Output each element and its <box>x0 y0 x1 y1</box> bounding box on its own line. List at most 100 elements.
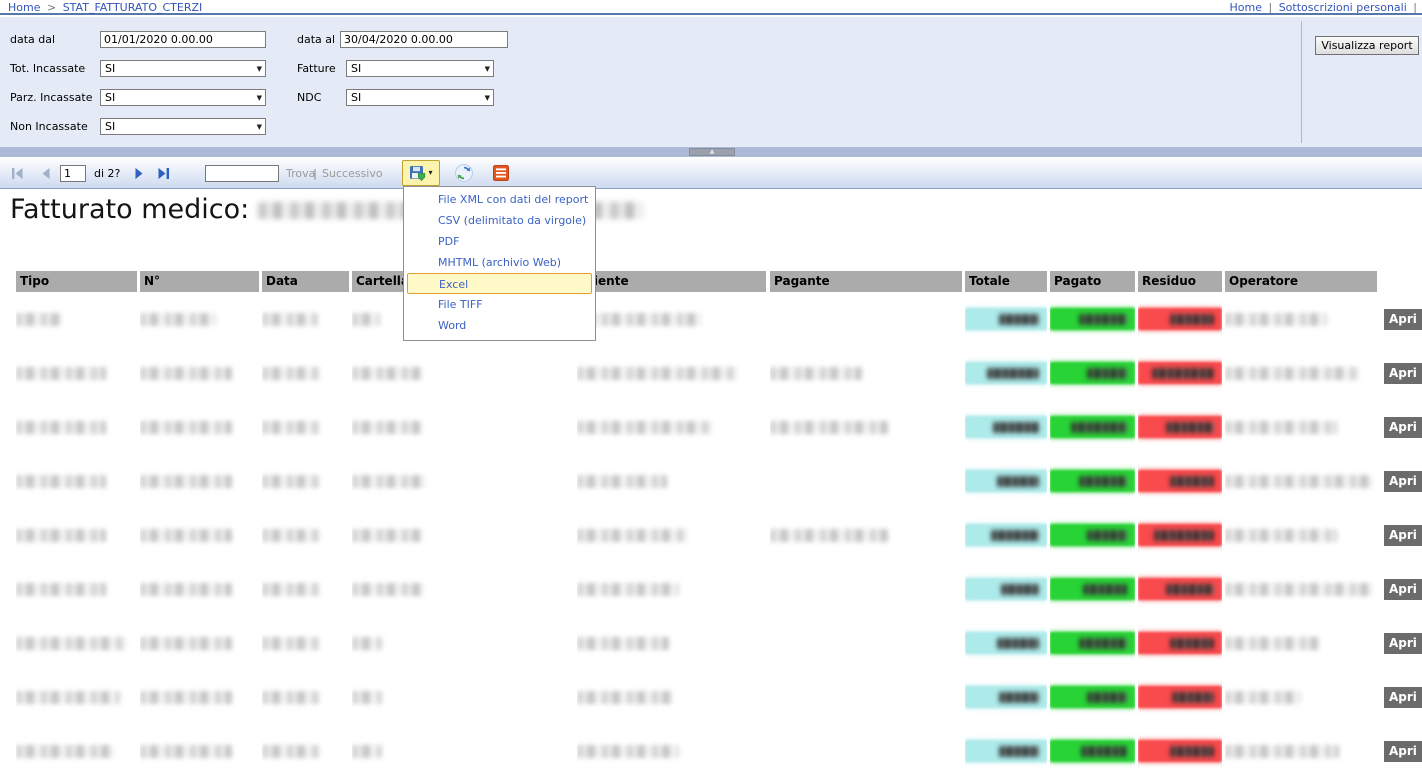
cell-residuo <box>1138 292 1222 346</box>
redacted-number <box>1087 368 1127 379</box>
first-page-icon[interactable] <box>10 166 25 181</box>
totale-value-box <box>965 362 1047 384</box>
redacted-text <box>1225 583 1373 596</box>
parameters-panel: data dal data al Tot. Incassate SI ▼ Fat… <box>0 17 1422 147</box>
splitter-handle[interactable]: ▲ <box>689 148 735 156</box>
cell-pagato <box>1050 616 1135 670</box>
redacted-number <box>993 422 1039 433</box>
tot-incassate-select[interactable]: SI ▼ <box>100 60 266 77</box>
apri-button[interactable]: Apri F <box>1384 309 1422 330</box>
redacted-text <box>140 421 232 434</box>
page-number-input[interactable] <box>60 165 86 182</box>
redacted-number <box>1170 638 1214 649</box>
cell-pagante <box>770 616 962 670</box>
table-row: Apri F <box>16 562 1422 616</box>
top-links-trailing-separator: | <box>1410 1 1420 14</box>
redacted-text <box>577 637 669 650</box>
redacted-text <box>262 313 318 326</box>
subscriptions-link[interactable]: Sottoscrizioni personali <box>1279 1 1407 14</box>
redacted-number <box>1172 692 1214 703</box>
data-al-input[interactable] <box>340 31 508 48</box>
export-menu-item-mhtml-archivio-web-[interactable]: MHTML (archivio Web) <box>404 252 595 273</box>
cell-pagante <box>770 400 962 454</box>
export-save-button[interactable]: ▾ <box>402 160 440 186</box>
residuo-value-box <box>1138 578 1222 600</box>
cell-cliente <box>577 346 766 400</box>
redacted-number <box>1079 638 1127 649</box>
apri-button[interactable]: Apri F <box>1384 525 1422 546</box>
redacted-text <box>352 745 382 758</box>
column-header-cliente: Cliente <box>577 271 766 292</box>
chevron-down-icon: ▼ <box>257 123 262 131</box>
pagato-value-box <box>1050 524 1135 546</box>
apri-button[interactable]: Apri F <box>1384 471 1422 492</box>
redacted-text <box>140 475 232 488</box>
redacted-number <box>1079 314 1127 325</box>
export-menu-item-excel[interactable]: Excel <box>407 273 592 294</box>
home-link[interactable]: Home <box>1230 1 1262 14</box>
apri-button[interactable]: Apri F <box>1384 363 1422 384</box>
parz-incassate-select[interactable]: SI ▼ <box>100 89 266 106</box>
breadcrumb-current-link[interactable]: STAT_FATTURATO_CTERZI <box>63 1 203 14</box>
cell-n <box>140 400 259 454</box>
apri-button[interactable]: Apri F <box>1384 687 1422 708</box>
cell-pagato <box>1050 400 1135 454</box>
redacted-text <box>16 637 126 650</box>
cell-data <box>262 292 349 346</box>
redacted-number <box>1087 692 1127 703</box>
page-total-label: di 2? <box>94 167 120 180</box>
redacted-text <box>1225 367 1359 380</box>
data-dal-input[interactable] <box>100 31 266 48</box>
fatture-label: Fatture <box>297 60 336 77</box>
export-menu-item-csv-delimitato-da-virgole-[interactable]: CSV (delimitato da virgole) <box>404 210 595 231</box>
column-header-n: N° <box>140 271 259 292</box>
next-page-icon[interactable] <box>131 166 146 181</box>
last-page-icon[interactable] <box>156 166 171 181</box>
fatture-select[interactable]: SI ▼ <box>346 60 494 77</box>
export-menu-item-file-tiff[interactable]: File TIFF <box>404 294 595 315</box>
previous-page-icon[interactable] <box>39 166 54 181</box>
redacted-text <box>16 367 106 380</box>
non-incassate-select[interactable]: SI ▼ <box>100 118 266 135</box>
redacted-number <box>1087 530 1127 541</box>
data-al-label: data al <box>297 31 335 48</box>
refresh-icon[interactable] <box>455 164 473 182</box>
redacted-text <box>262 745 320 758</box>
residuo-value-box <box>1138 416 1222 438</box>
table-row: Apri F <box>16 508 1422 562</box>
apri-button[interactable]: Apri F <box>1384 417 1422 438</box>
redacted-number <box>999 692 1039 703</box>
table-row: Apri F <box>16 400 1422 454</box>
cell-totale <box>965 400 1047 454</box>
cell-pagato <box>1050 508 1135 562</box>
cell-data <box>262 346 349 400</box>
cell-operatore <box>1225 562 1377 616</box>
redacted-text <box>770 367 862 380</box>
ndc-select[interactable]: SI ▼ <box>346 89 494 106</box>
cell-cliente <box>577 670 766 724</box>
residuo-value-box <box>1138 686 1222 708</box>
apri-button[interactable]: Apri F <box>1384 633 1422 654</box>
cell-data <box>262 562 349 616</box>
export-menu-item-pdf[interactable]: PDF <box>404 231 595 252</box>
view-report-button[interactable]: Visualizza report <box>1315 36 1419 55</box>
non-incassate-label: Non Incassate <box>10 118 88 135</box>
cell-residuo <box>1138 562 1222 616</box>
chevron-down-icon: ▼ <box>485 65 490 73</box>
redacted-text <box>577 745 679 758</box>
totale-value-box <box>965 524 1047 546</box>
cell-operatore <box>1225 724 1377 773</box>
apri-button[interactable]: Apri F <box>1384 741 1422 762</box>
search-input[interactable] <box>205 165 279 182</box>
apri-button[interactable]: Apri F <box>1384 579 1422 600</box>
export-menu-item-word[interactable]: Word <box>404 315 595 336</box>
find-next-link[interactable]: Successivo <box>322 167 383 180</box>
redacted-number <box>1154 530 1214 541</box>
breadcrumb-home-link[interactable]: Home <box>8 1 40 14</box>
export-menu-item-file-xml-con-dati-del-report[interactable]: File XML con dati del report <box>404 189 595 210</box>
table-row: Apri F <box>16 292 1422 346</box>
find-link[interactable]: Trova <box>286 167 315 180</box>
cell-n <box>140 670 259 724</box>
data-feed-icon[interactable] <box>492 164 510 182</box>
report-viewer-page: Home > STAT_FATTURATO_CTERZI Home | Sott… <box>0 0 1422 773</box>
